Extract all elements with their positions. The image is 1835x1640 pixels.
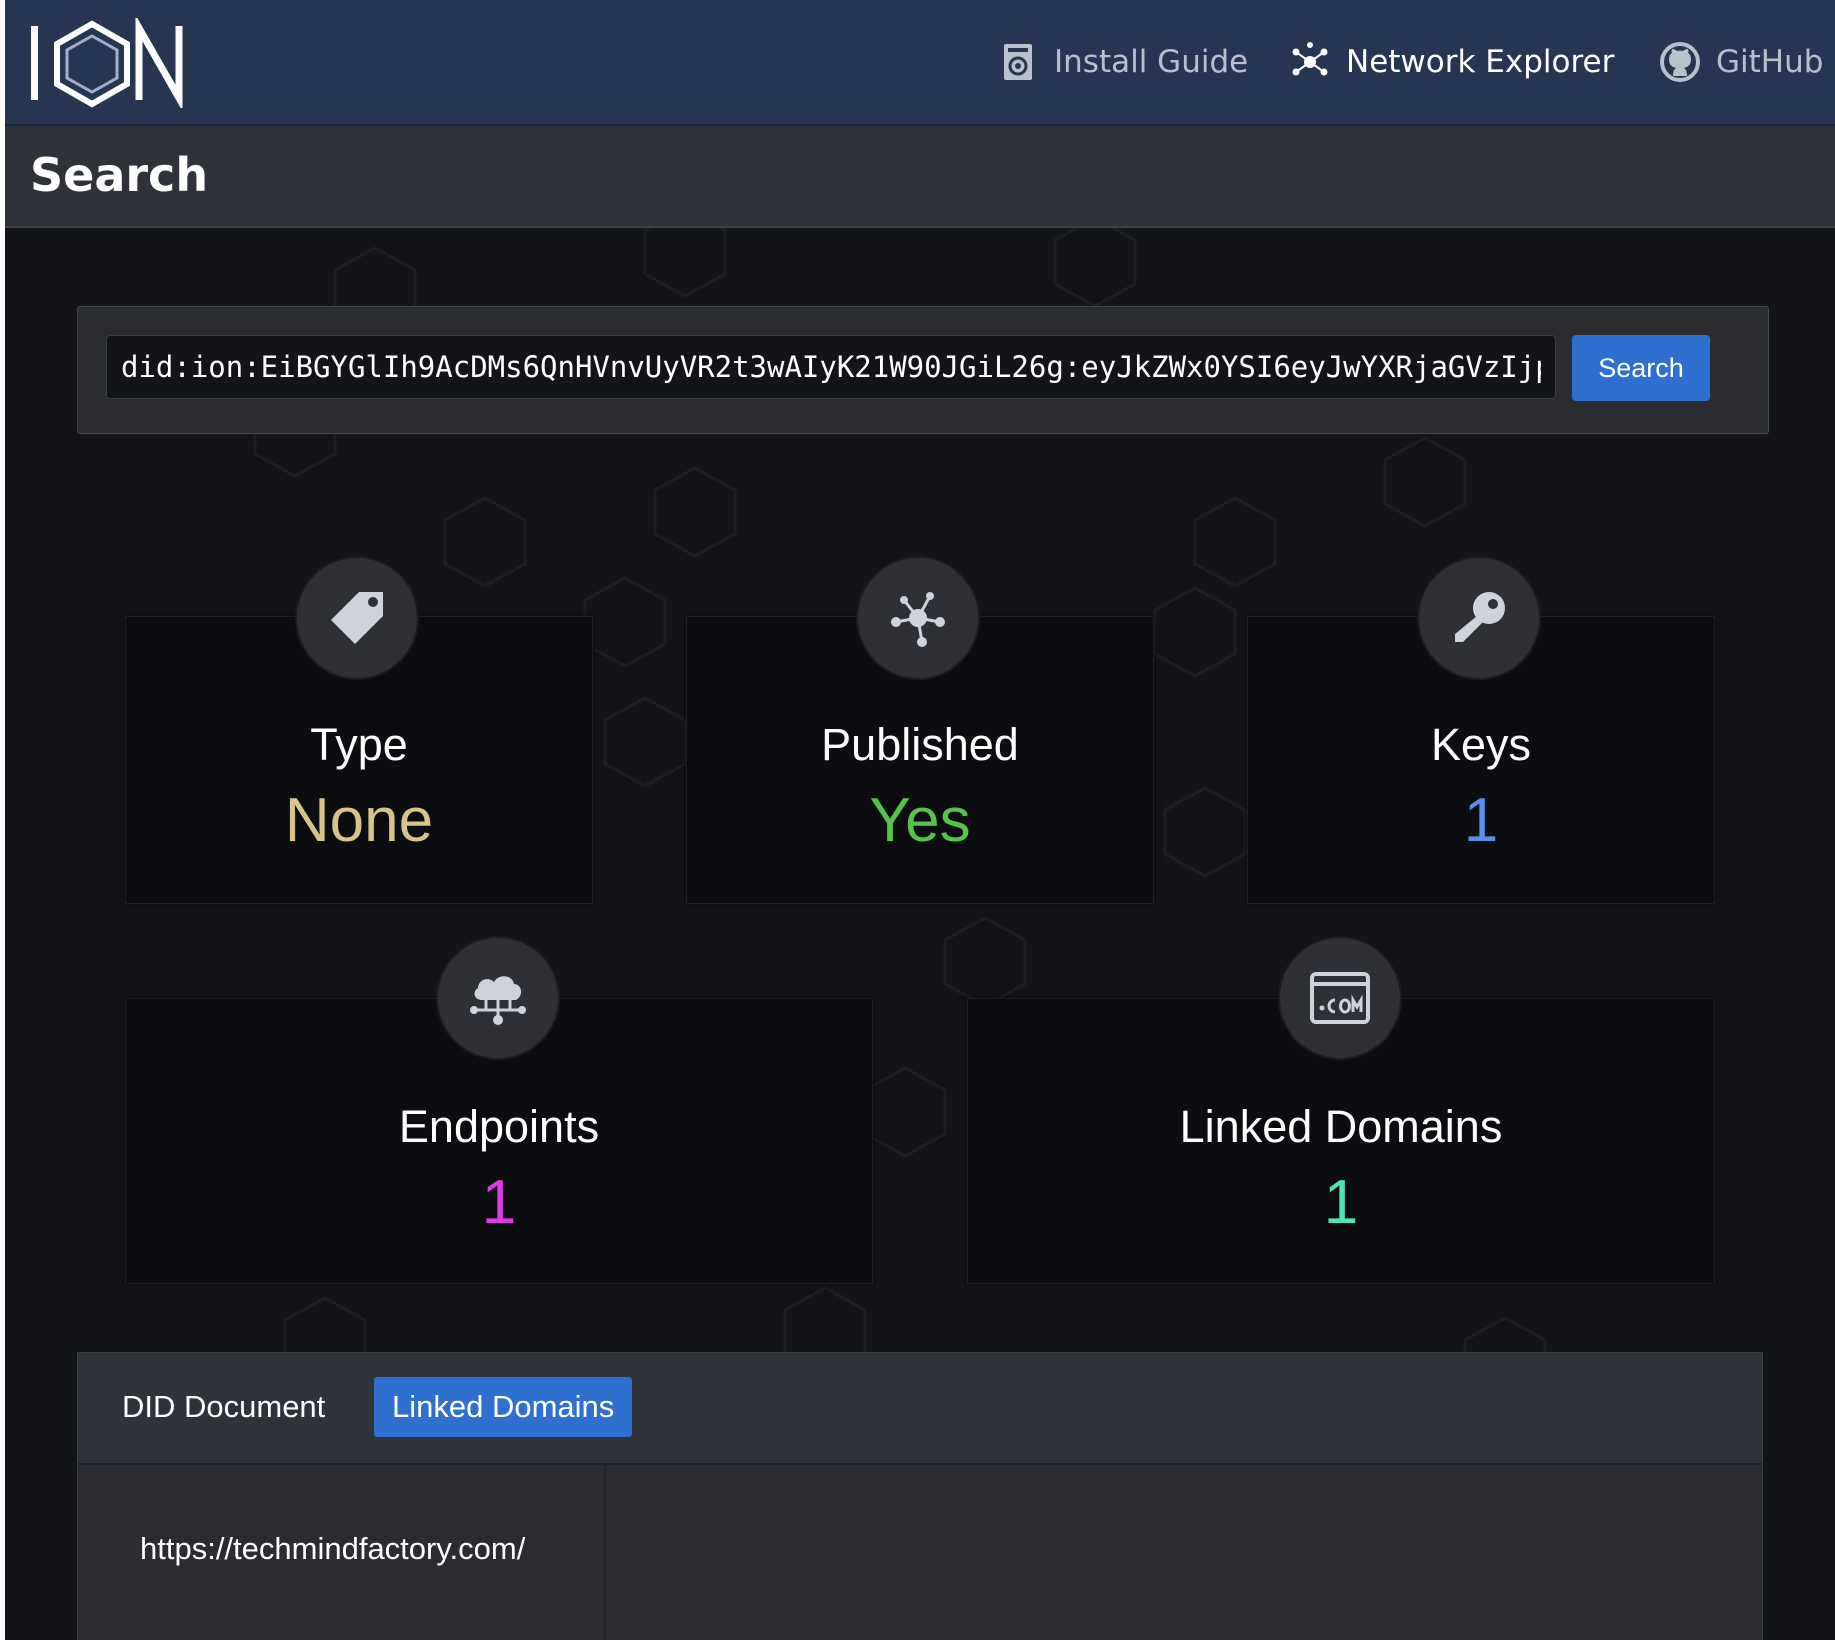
did-search-input[interactable]	[106, 335, 1556, 399]
github-icon	[1660, 42, 1700, 82]
search-button[interactable]: Search	[1572, 335, 1710, 401]
ion-logo[interactable]	[27, 18, 193, 108]
tab-did-document[interactable]: DID Document	[104, 1377, 343, 1437]
card-type-icon-badge	[295, 556, 419, 680]
nav-github[interactable]: GitHub	[1660, 38, 1823, 86]
network-icon	[1292, 42, 1328, 76]
card-type-value: None	[284, 786, 434, 855]
card-published-icon-badge	[856, 556, 980, 680]
top-navbar: Install Guide Network Explorer GitHub	[5, 0, 1835, 126]
card-keys-value: 1	[1463, 786, 1499, 855]
main-content: Search Type None Published Yes	[5, 228, 1829, 1640]
nav-network-explorer-label: Network Explorer	[1346, 44, 1615, 80]
card-linked-domains-icon-badge	[1278, 936, 1402, 1060]
card-endpoints-value: 1	[481, 1168, 517, 1237]
card-published-value: Yes	[869, 786, 971, 855]
nav-network-explorer[interactable]: Network Explorer	[1290, 38, 1614, 86]
card-linked-domains-label: Linked Domains	[1179, 1101, 1503, 1152]
linked-domain-item[interactable]: https://techmindfactory.com/	[140, 1531, 525, 1567]
dot-com-icon	[1310, 972, 1370, 1024]
card-keys-label: Keys	[1430, 719, 1532, 770]
network-hub-icon	[891, 592, 945, 647]
card-published-label: Published	[821, 719, 1019, 770]
linked-domains-list: https://techmindfactory.com/	[78, 1465, 606, 1640]
nav-github-label: GitHub	[1716, 44, 1824, 80]
card-linked-domains-value: 1	[1323, 1168, 1359, 1237]
tag-icon	[331, 592, 383, 644]
card-endpoints-label: Endpoints	[398, 1101, 600, 1152]
card-endpoints-icon-badge	[436, 936, 560, 1060]
card-type-label: Type	[310, 719, 408, 770]
install-guide-icon	[1004, 44, 1032, 80]
tab-linked-domains[interactable]: Linked Domains	[374, 1377, 633, 1437]
did-details-panel: DID Document Linked Domains https://tech…	[77, 1352, 1763, 1640]
tab-bar: DID Document Linked Domains	[78, 1353, 1762, 1465]
cloud-network-icon	[470, 976, 526, 1025]
title-bar: Search	[5, 126, 1835, 228]
nav-install-guide[interactable]: Install Guide	[998, 38, 1248, 86]
nav-install-guide-label: Install Guide	[1054, 44, 1249, 80]
card-keys-icon-badge	[1417, 556, 1541, 680]
page-title: Search	[30, 148, 209, 202]
linked-domain-detail	[606, 1465, 1762, 1640]
key-icon	[1455, 592, 1505, 642]
search-panel: Search	[77, 306, 1769, 434]
